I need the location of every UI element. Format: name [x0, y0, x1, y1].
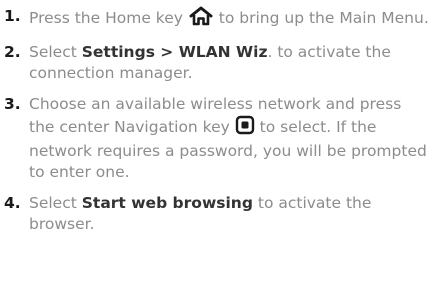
step-text: Select Settings > WLAN Wiz. to activate … [29, 42, 429, 84]
center-navigation-key-icon [235, 115, 255, 141]
menu-path: Settings > WLAN Wiz [81, 43, 268, 61]
step-text-before: Select [29, 43, 82, 61]
step-number: 1. [4, 7, 21, 25]
step-text: Select Start web browsing to activate th… [29, 193, 429, 235]
list-item: 1. Press the Home key to bring up the Ma… [4, 6, 429, 32]
step-number: 3. [4, 95, 21, 113]
step-number: 4. [4, 194, 21, 212]
list-item: 4. Select Start web browsing to activate… [4, 193, 429, 235]
step-text-before: Select [29, 194, 82, 212]
step-text-before: Press the Home key [29, 9, 188, 27]
step-number: 2. [4, 43, 21, 61]
home-icon [188, 6, 214, 32]
list-item: 3. Choose an available wireless network … [4, 94, 429, 183]
list-item: 2. Select Settings > WLAN Wiz. to activa… [4, 42, 429, 84]
step-text-after: to bring up the Main Menu. [213, 9, 429, 27]
action-label: Start web browsing [81, 194, 253, 212]
step-text: Press the Home key to bring up the Main … [29, 6, 429, 32]
step-text: Choose an available wireless network and… [29, 94, 429, 183]
instruction-list: 1. Press the Home key to bring up the Ma… [4, 6, 429, 235]
